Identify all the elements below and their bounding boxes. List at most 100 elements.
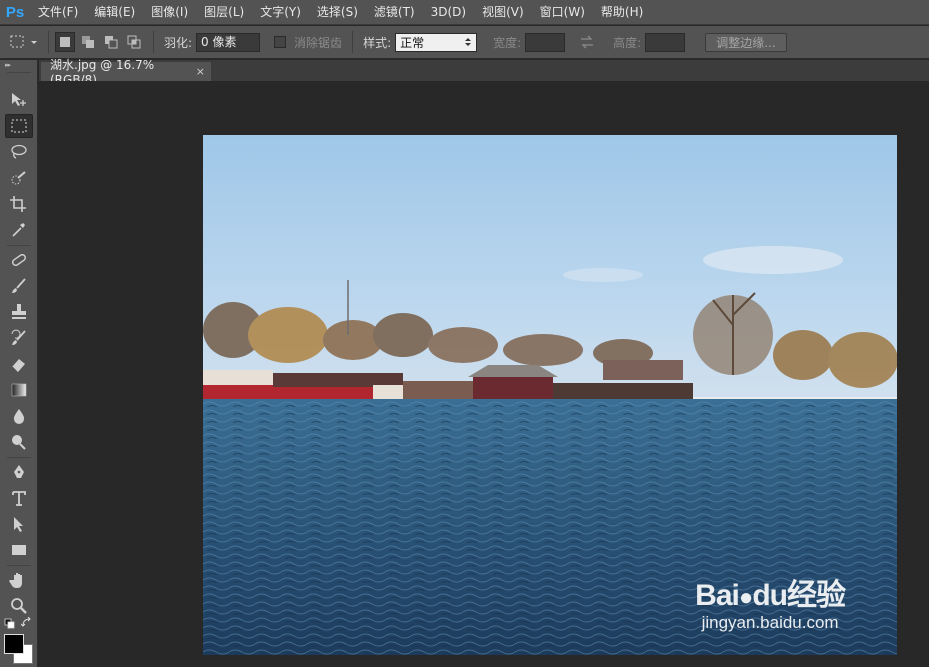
style-select-value: 正常 — [400, 35, 425, 50]
gradient-tool[interactable] — [5, 378, 33, 402]
refine-edge-button[interactable]: 调整边缘... — [705, 32, 787, 52]
add-to-selection-button[interactable] — [78, 32, 98, 52]
history-brush-icon — [11, 329, 26, 345]
quick-selection-icon — [11, 171, 26, 185]
brush-tool[interactable] — [5, 274, 33, 298]
watermark-url: jingyan.baidu.com — [701, 613, 839, 632]
tools-panel: ▸▸ — [0, 60, 38, 667]
water-drop-icon — [13, 409, 25, 424]
document-tab[interactable]: 湖水.jpg @ 16.7%(RGB/8) × — [41, 58, 211, 87]
canvas-area[interactable]: Bai●du经验 jingyan.baidu.com — [39, 81, 929, 667]
antialias-label: 消除锯齿 — [294, 35, 343, 50]
feather-label: 羽化: — [164, 35, 193, 50]
pen-icon — [14, 465, 24, 478]
rectangular-marquee-tool[interactable] — [5, 114, 33, 138]
menu-layer[interactable]: 图层(L) — [196, 0, 252, 25]
swap-width-height-icon[interactable] — [579, 35, 595, 49]
history-brush-tool[interactable] — [5, 326, 33, 350]
swap-colors-icon[interactable] — [20, 616, 33, 632]
options-divider — [48, 31, 49, 53]
options-divider — [153, 31, 154, 53]
zoom-tool[interactable] — [5, 594, 33, 618]
eyedropper-tool[interactable] — [5, 218, 33, 242]
new-selection-button[interactable] — [55, 32, 75, 52]
gradient-icon — [11, 383, 27, 397]
lasso-icon — [11, 144, 27, 159]
menu-edit[interactable]: 编辑(E) — [86, 0, 143, 25]
menu-filter[interactable]: 滤镜(T) — [366, 0, 423, 25]
rectangle-shape-icon — [12, 545, 26, 555]
paw-icon: ● — [738, 584, 753, 611]
quick-selection-tool[interactable] — [5, 166, 33, 190]
color-swatches — [3, 633, 37, 667]
style-select[interactable]: 正常 — [395, 32, 478, 52]
feather-input[interactable]: 0 像素 — [196, 32, 261, 52]
default-colors-icon[interactable] — [4, 618, 16, 633]
magnifier-icon — [11, 598, 27, 614]
toolbar-divider — [7, 72, 31, 73]
photoshop-logo: Ps — [5, 3, 25, 21]
menu-3d[interactable]: 3D(D) — [423, 0, 474, 25]
height-input[interactable] — [645, 32, 686, 52]
width-label: 宽度: — [493, 35, 522, 50]
move-tool-icon — [12, 93, 26, 106]
menu-view[interactable]: 视图(V) — [474, 0, 532, 25]
eyedropper-icon — [12, 223, 25, 237]
crop-tool[interactable] — [5, 192, 33, 216]
intersect-selection-icon — [127, 35, 141, 49]
crop-icon — [10, 196, 26, 212]
menu-type[interactable]: 文字(Y) — [252, 0, 309, 25]
hand-tool[interactable] — [5, 568, 33, 592]
document-tab-bar: 湖水.jpg @ 16.7%(RGB/8) × — [39, 58, 929, 87]
add-selection-icon — [82, 36, 94, 48]
height-label: 高度: — [613, 35, 642, 50]
options-bar: 羽化: 0 像素 消除锯齿 样式: 正常 宽度: 高度: 调整边缘... — [0, 26, 929, 59]
lake-photo[interactable]: Bai●du经验 jingyan.baidu.com — [203, 135, 897, 655]
dodge-icon — [12, 435, 26, 450]
menu-window[interactable]: 窗口(W) — [532, 0, 593, 25]
toolbar-divider — [7, 245, 31, 246]
stamp-icon — [12, 304, 26, 319]
move-tool[interactable] — [5, 88, 33, 112]
brush-icon — [12, 278, 26, 293]
marquee-preset-icon — [10, 35, 37, 48]
close-icon[interactable]: × — [196, 65, 205, 78]
eraser-tool[interactable] — [5, 352, 33, 376]
clone-stamp-tool[interactable] — [5, 300, 33, 324]
bandage-icon — [12, 254, 26, 266]
options-divider — [352, 31, 354, 53]
watermark-brand-du: du — [752, 579, 788, 612]
pen-tool[interactable] — [5, 460, 33, 484]
baidu-watermark: Bai●du经验 jingyan.baidu.com — [695, 579, 846, 633]
menu-file[interactable]: 文件(F) — [30, 0, 86, 25]
toolbar-divider — [7, 565, 31, 566]
rectangle-tool[interactable] — [5, 538, 33, 562]
menu-bar: Ps 文件(F) 编辑(E) 图像(I) 图层(L) 文字(Y) 选择(S) 滤… — [0, 0, 929, 25]
tool-preset-picker[interactable] — [8, 32, 42, 52]
path-selection-icon — [14, 517, 23, 532]
menu-image[interactable]: 图像(I) — [143, 0, 196, 25]
subtract-from-selection-button[interactable] — [101, 32, 121, 52]
eraser-icon — [11, 359, 25, 372]
foreground-color-swatch[interactable] — [4, 634, 24, 654]
width-input[interactable] — [525, 32, 566, 52]
lasso-tool[interactable] — [5, 140, 33, 164]
subtract-selection-icon — [105, 36, 118, 49]
baidu-logo: Bai●du经验 — [695, 579, 846, 613]
type-tool[interactable] — [5, 486, 33, 510]
new-selection-icon — [60, 37, 70, 47]
menu-help[interactable]: 帮助(H) — [593, 0, 651, 25]
panel-collapse-grip[interactable]: ▸▸ — [0, 60, 37, 70]
spot-healing-brush-tool[interactable] — [5, 248, 33, 272]
dodge-tool[interactable] — [5, 430, 33, 454]
path-selection-tool[interactable] — [5, 512, 33, 536]
watermark-brand-cn: 经验 — [787, 579, 846, 612]
marquee-icon — [11, 119, 27, 133]
watermark-brand: Bai — [695, 579, 740, 612]
menu-select[interactable]: 选择(S) — [309, 0, 366, 25]
toolbar-divider — [7, 457, 31, 458]
intersect-selection-button[interactable] — [124, 32, 144, 52]
antialias-checkbox[interactable] — [274, 36, 287, 48]
blur-tool[interactable] — [5, 404, 33, 428]
lake-photo-image — [203, 135, 897, 655]
